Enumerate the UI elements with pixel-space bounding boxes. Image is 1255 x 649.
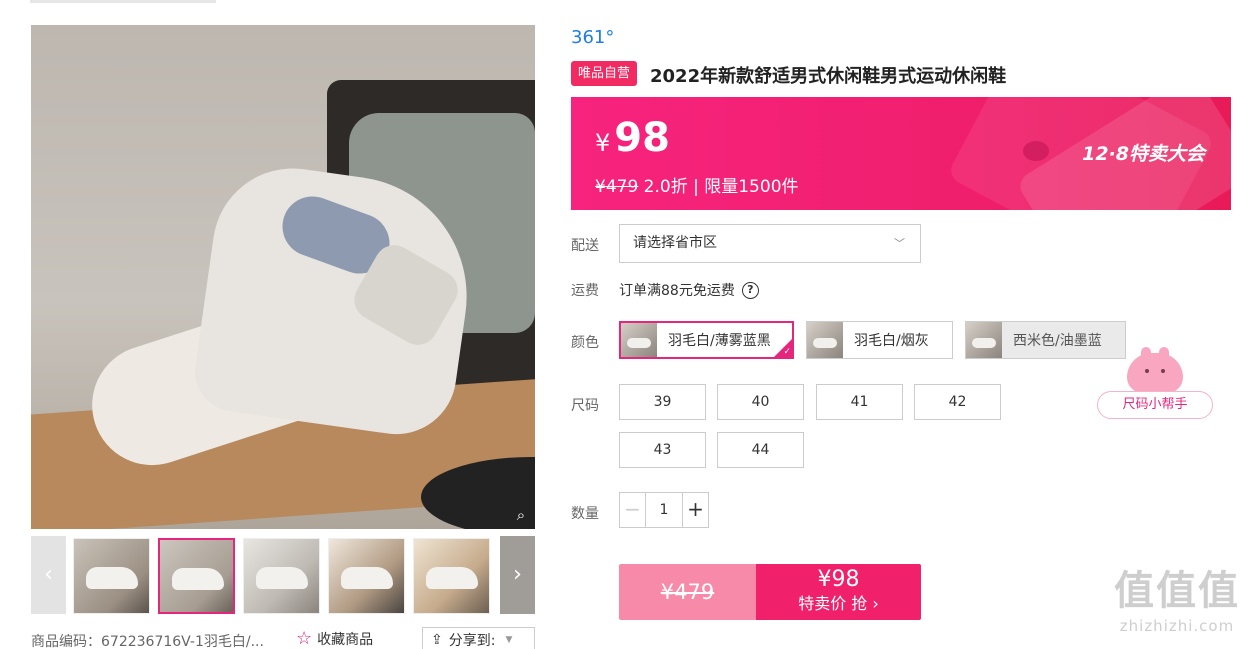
event-name: 12·8特卖大会 [1082,143,1205,165]
size-option[interactable]: 44 [717,432,804,468]
thumbnail[interactable] [328,538,405,614]
original-price: ¥479 [595,177,639,197]
help-icon[interactable]: ? [741,281,759,299]
share-label: 分享到: [448,633,496,649]
product-title: 2022年新款舒适男式休闲鞋男式运动休闲鞋 [650,66,1007,87]
watermark: 值值值 zhizhizhi.com [1102,566,1252,644]
chevron-down-icon: ﹀ [894,237,905,250]
quantity-stepper: − 1 + [619,492,709,528]
mascot-ear [1141,347,1151,361]
watermark-logo: 值值值 [1114,568,1240,614]
main-product-image[interactable]: ⌕ [31,25,535,529]
brand-link[interactable]: 361° [571,27,614,48]
quantity-decrease-button[interactable]: − [620,493,646,527]
discount-info: 2.0折 | 限量1500件 [643,177,799,197]
shipping-text: 订单满88元免运费 [619,283,735,299]
color-swatch [966,322,1002,358]
size-helper[interactable]: 尺码小帮手 [1097,347,1213,419]
quantity-increase-button[interactable]: + [682,493,708,527]
mascot-icon [1127,347,1183,393]
current-price: ¥ 98 [595,115,670,161]
shipping-info: 订单满88元免运费 ? [619,280,759,300]
product-sku: 商品编码：672236716V-1羽毛白/... [31,634,264,649]
star-icon: ☆ [296,628,313,649]
caret-down-icon: ▼ [505,635,513,645]
color-swatch [621,323,657,357]
color-label: 颜色 [571,335,599,351]
size-helper-label[interactable]: 尺码小帮手 [1097,391,1213,419]
buy-button[interactable]: ¥479 ¥98 特卖价 抢 › [619,564,921,620]
buy-now[interactable]: ¥98 特卖价 抢 › [756,564,921,620]
self-operated-badge: 唯品自营 [571,61,637,86]
thumbnail[interactable] [413,538,490,614]
share-icon: ⇪ [431,632,443,648]
thumbnail-active[interactable] [158,538,235,614]
shipping-label: 运费 [571,283,599,299]
color-option[interactable]: 羽毛白/烟灰 [806,321,953,359]
check-icon: ✓ [783,347,791,357]
color-option-label: 羽毛白/烟灰 [854,333,929,349]
size-option[interactable]: 43 [619,432,706,468]
delivery-label: 配送 [571,238,599,254]
size-label: 尺码 [571,398,599,414]
color-option-label: 羽毛白/薄雾蓝黑 [668,333,771,349]
color-swatch [807,322,843,358]
currency-symbol: ¥ [595,129,611,157]
thumbnail-prev-button[interactable]: ‹ [31,536,66,614]
share-dropdown[interactable]: ⇪ 分享到: ▼ [422,627,535,649]
size-option[interactable]: 42 [914,384,1001,420]
buy-price: ¥98 [817,567,860,592]
buy-action-label: 特卖价 抢 › [798,594,879,613]
color-option-label: 西米色/油墨蓝 [1013,333,1102,349]
favorite-button[interactable]: ☆ 收藏商品 [296,629,373,649]
thumbnail[interactable] [243,538,320,614]
thumbnail-next-button[interactable]: › [500,536,535,614]
zoom-icon[interactable]: ⌕ [511,505,531,525]
price-banner: ¥ 98 ¥479 2.0折 | 限量1500件 12·8特卖大会 [571,97,1231,210]
thumbnail[interactable] [73,538,150,614]
region-select-value: 请选择省市区 [633,235,717,251]
size-option[interactable]: 39 [619,384,706,420]
price-subline: ¥479 2.0折 | 限量1500件 [595,172,799,197]
mascot-eye [1161,369,1165,373]
watermark-site: zhizhizhi.com [1119,617,1235,635]
price-value: 98 [614,115,670,161]
size-option[interactable]: 41 [816,384,903,420]
mascot-eye [1145,369,1149,373]
top-divider [30,0,216,3]
thumbnail-strip [73,538,490,614]
size-option[interactable]: 40 [717,384,804,420]
color-option-selected[interactable]: 羽毛白/薄雾蓝黑 ✓ [619,321,794,359]
banner-decoration [1023,141,1049,161]
quantity-label: 数量 [571,506,599,522]
region-select[interactable]: 请选择省市区 ﹀ [619,224,921,263]
favorite-label: 收藏商品 [317,632,374,648]
buy-original-price: ¥479 [619,564,756,620]
mascot-ear [1159,347,1169,361]
quantity-input[interactable]: 1 [646,493,682,527]
